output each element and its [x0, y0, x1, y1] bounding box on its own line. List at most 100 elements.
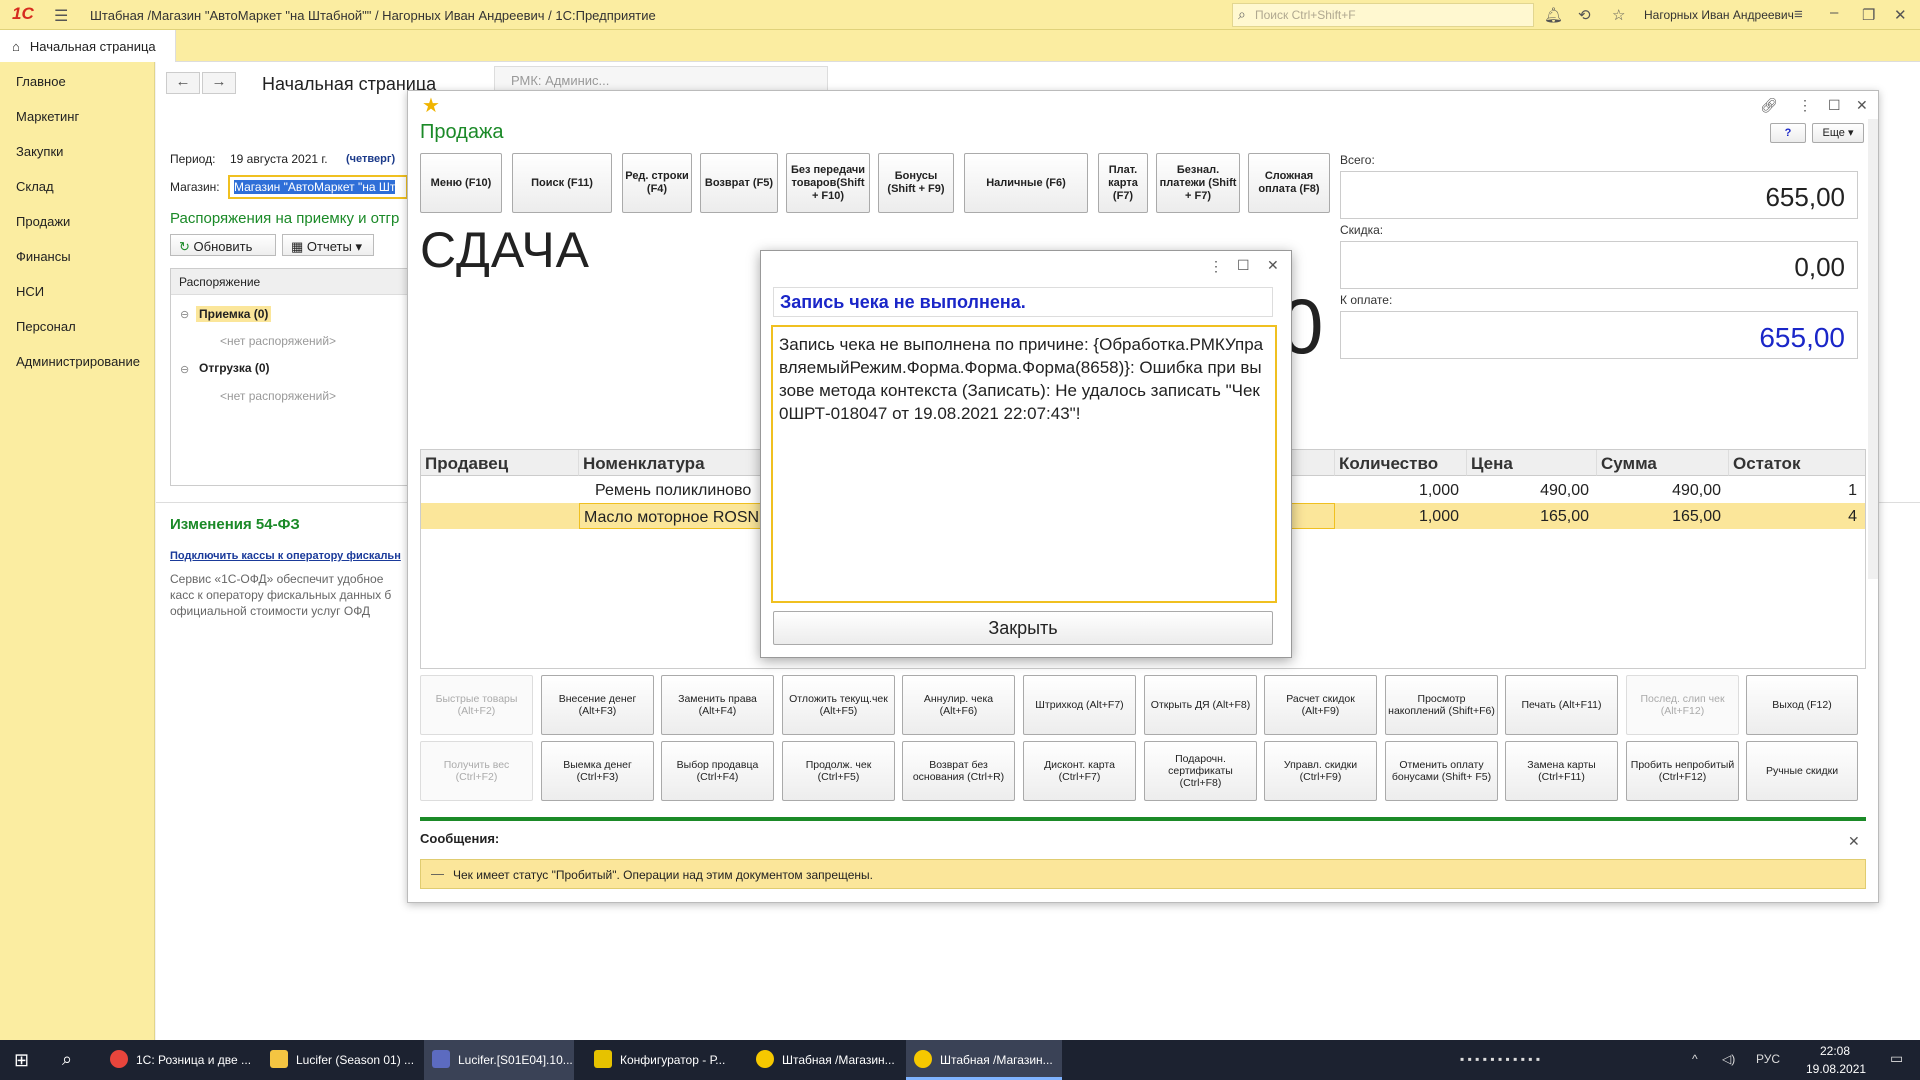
background-window-tab[interactable]: РМК: Админис...	[494, 66, 828, 92]
favorite-star-icon[interactable]: ★	[422, 93, 440, 118]
replace-card-button[interactable]: Замена карты (Ctrl+F11)	[1505, 741, 1618, 801]
close-button[interactable]: Закрыть	[773, 611, 1273, 645]
postpone-receipt-button[interactable]: Отложить текущ.чек (Alt+F5)	[782, 675, 895, 735]
cash-button[interactable]: Наличные (F6)	[964, 153, 1088, 213]
col-rest[interactable]: Остаток	[1729, 450, 1865, 476]
sidebar-item-personnel[interactable]: Персонал	[16, 319, 76, 334]
back-button[interactable]: ←	[166, 72, 200, 94]
app-logo[interactable]: 1С	[12, 4, 34, 24]
more-icon[interactable]: ⋮	[1209, 258, 1223, 275]
language-indicator[interactable]: РУС	[1756, 1052, 1780, 1066]
col-price[interactable]: Цена	[1467, 450, 1597, 476]
reports-button[interactable]: ▦ Отчеты ▾	[282, 234, 374, 256]
clock-time[interactable]: 22:08	[1820, 1044, 1850, 1058]
select-seller-button[interactable]: Выбор продавца (Ctrl+F4)	[661, 741, 774, 801]
more-icon[interactable]: ⋮	[1798, 97, 1812, 114]
shipping-node[interactable]: Отгрузка (0)	[199, 361, 270, 375]
tray-apps-icon[interactable]: ▪ ▪ ▪ ▪ ▪ ▪ ▪ ▪ ▪ ▪ ▪	[1460, 1052, 1540, 1066]
sidebar-item-main[interactable]: Главное	[16, 74, 66, 89]
receiving-node[interactable]: Приемка (0)	[196, 306, 272, 322]
taskbar-item-1c-a[interactable]: Штабная /Магазин...	[748, 1040, 898, 1080]
menu-button[interactable]: Меню (F10)	[420, 153, 502, 213]
notifications-icon[interactable]: ▭	[1890, 1050, 1903, 1067]
card-payment-button[interactable]: Плат. карта (F7)	[1098, 153, 1148, 213]
col-qty[interactable]: Количество	[1335, 450, 1467, 476]
complex-payment-button[interactable]: Сложная оплата (F8)	[1248, 153, 1330, 213]
sidebar-item-warehouse[interactable]: Склад	[16, 179, 54, 194]
view-savings-button[interactable]: Просмотр накоплений (Shift+F6)	[1385, 675, 1498, 735]
exit-button[interactable]: Выход (F12)	[1746, 675, 1858, 735]
sidebar-item-sales[interactable]: Продажи	[16, 214, 70, 229]
manual-discounts-button[interactable]: Ручные скидки	[1746, 741, 1858, 801]
sidebar-item-finance[interactable]: Финансы	[16, 249, 71, 264]
scrollbar[interactable]	[1868, 119, 1878, 579]
open-drawer-button[interactable]: Открыть ДЯ (Alt+F8)	[1144, 675, 1257, 735]
continue-receipt-button[interactable]: Продолж. чек (Ctrl+F5)	[782, 741, 895, 801]
refresh-button[interactable]: ↻ Обновить	[170, 234, 276, 256]
taskbar-item-chrome[interactable]: 1С: Розница и две ...	[102, 1040, 254, 1080]
volume-icon[interactable]: ◁)	[1722, 1052, 1735, 1066]
forward-button[interactable]: →	[202, 72, 236, 94]
bell-icon[interactable]: 🔔︎	[1544, 6, 1563, 24]
maximize-icon[interactable]: ☐	[1237, 257, 1250, 274]
col-seller[interactable]: Продавец	[421, 450, 579, 476]
discount-card-button[interactable]: Дисконт. карта (Ctrl+F7)	[1023, 741, 1136, 801]
search-button[interactable]: Поиск (F11)	[512, 153, 612, 213]
tab-home[interactable]: ⌂ Начальная страница	[0, 30, 176, 62]
last-slip-button[interactable]: Послед. слип чек (Alt+F12)	[1626, 675, 1739, 735]
minimize-icon[interactable]: –	[1830, 4, 1838, 21]
sidebar-item-marketing[interactable]: Маркетинг	[16, 109, 79, 124]
cancel-receipt-button[interactable]: Аннулир. чека (Alt+F6)	[902, 675, 1015, 735]
barcode-button[interactable]: Штрихкод (Alt+F7)	[1023, 675, 1136, 735]
more-button[interactable]: Еще ▾	[1812, 123, 1864, 143]
collapse-icon[interactable]: ⊖	[180, 363, 189, 376]
print-button[interactable]: Печать (Alt+F11)	[1505, 675, 1618, 735]
no-goods-transfer-button[interactable]: Без передачи товаров(Shift + F10)	[786, 153, 870, 213]
close-messages-icon[interactable]: ✕	[1848, 833, 1860, 850]
taskbar-item-1c-b[interactable]: Штабная /Магазин...	[906, 1040, 1062, 1080]
get-weight-button[interactable]: Получить вес (Ctrl+F2)	[420, 741, 533, 801]
sidebar-item-nsi[interactable]: НСИ	[16, 284, 44, 299]
edit-row-button[interactable]: Ред. строки (F4)	[622, 153, 692, 213]
close-app-icon[interactable]: ✕	[1894, 6, 1907, 24]
maximize-icon[interactable]: ☐	[1828, 97, 1841, 114]
clock-date[interactable]: 19.08.2021	[1806, 1062, 1866, 1076]
cash-in-button[interactable]: Внесение денег (Alt+F3)	[541, 675, 654, 735]
message-item[interactable]: — Чек имеет статус "Пробитый". Операции н…	[420, 859, 1866, 889]
manage-discounts-button[interactable]: Управл. скидки (Ctrl+F9)	[1264, 741, 1377, 801]
search-input[interactable]: ⌕ Поиск Ctrl+Shift+F	[1232, 3, 1534, 27]
connect-ofd-link[interactable]: Подключить кассы к оператору фискальн	[170, 550, 401, 562]
change-rights-button[interactable]: Заменить права (Alt+F4)	[661, 675, 774, 735]
expand-tray-icon[interactable]: ^	[1692, 1052, 1698, 1066]
bonuses-button[interactable]: Бонусы (Shift + F9)	[878, 153, 954, 213]
calc-discounts-button[interactable]: Расчет скидок (Alt+F9)	[1264, 675, 1377, 735]
cash-out-button[interactable]: Выемка денег (Ctrl+F3)	[541, 741, 654, 801]
link-icon[interactable]: 🔗︎	[1760, 97, 1778, 114]
windows-start-icon[interactable]: ⊞	[14, 1050, 29, 1071]
period-value[interactable]: 19 августа 2021 г.	[230, 152, 328, 166]
return-button[interactable]: Возврат (F5)	[700, 153, 778, 213]
punch-unpunched-button[interactable]: Пробить непробитый (Ctrl+F12)	[1626, 741, 1739, 801]
close-icon[interactable]: ✕	[1856, 97, 1868, 114]
store-field[interactable]: Магазин "АвтоМаркет "на Шт	[228, 175, 408, 199]
cashless-button[interactable]: Безнал. платежи (Shift + F7)	[1156, 153, 1240, 213]
search-icon[interactable]: ⌕	[62, 1049, 72, 1070]
taskbar-item-folder[interactable]: Lucifer (Season 01) ...	[262, 1040, 414, 1080]
favorites-star-icon[interactable]: ☆	[1612, 6, 1625, 24]
dialog-message[interactable]: Запись чека не выполнена по причине: {Об…	[771, 325, 1277, 603]
restore-icon[interactable]: ❐	[1862, 6, 1875, 24]
taskbar-item-player[interactable]: Lucifer.[S01E04].10...	[424, 1040, 574, 1080]
return-no-basis-button[interactable]: Возврат без основания (Ctrl+R)	[902, 741, 1015, 801]
close-icon[interactable]: ✕	[1267, 257, 1279, 274]
help-button[interactable]: ?	[1770, 123, 1806, 143]
settings-menu-icon[interactable]: ≡	[1794, 6, 1803, 23]
sidebar-item-purchases[interactable]: Закупки	[16, 144, 63, 159]
taskbar-item-configurator[interactable]: Конфигуратор - Р...	[586, 1040, 736, 1080]
sidebar-item-administration[interactable]: Администрирование	[16, 354, 140, 369]
collapse-icon[interactable]: ⊖	[180, 308, 189, 321]
menu-icon[interactable]: ☰	[54, 6, 68, 26]
quick-goods-button[interactable]: Быстрые товары (Alt+F2)	[420, 675, 533, 735]
cancel-bonus-payment-button[interactable]: Отменить оплату бонусами (Shift+ F5)	[1385, 741, 1498, 801]
user-name[interactable]: Нагорных Иван Андреевич	[1644, 8, 1794, 22]
gift-certificates-button[interactable]: Подарочн. сертификаты (Ctrl+F8)	[1144, 741, 1257, 801]
